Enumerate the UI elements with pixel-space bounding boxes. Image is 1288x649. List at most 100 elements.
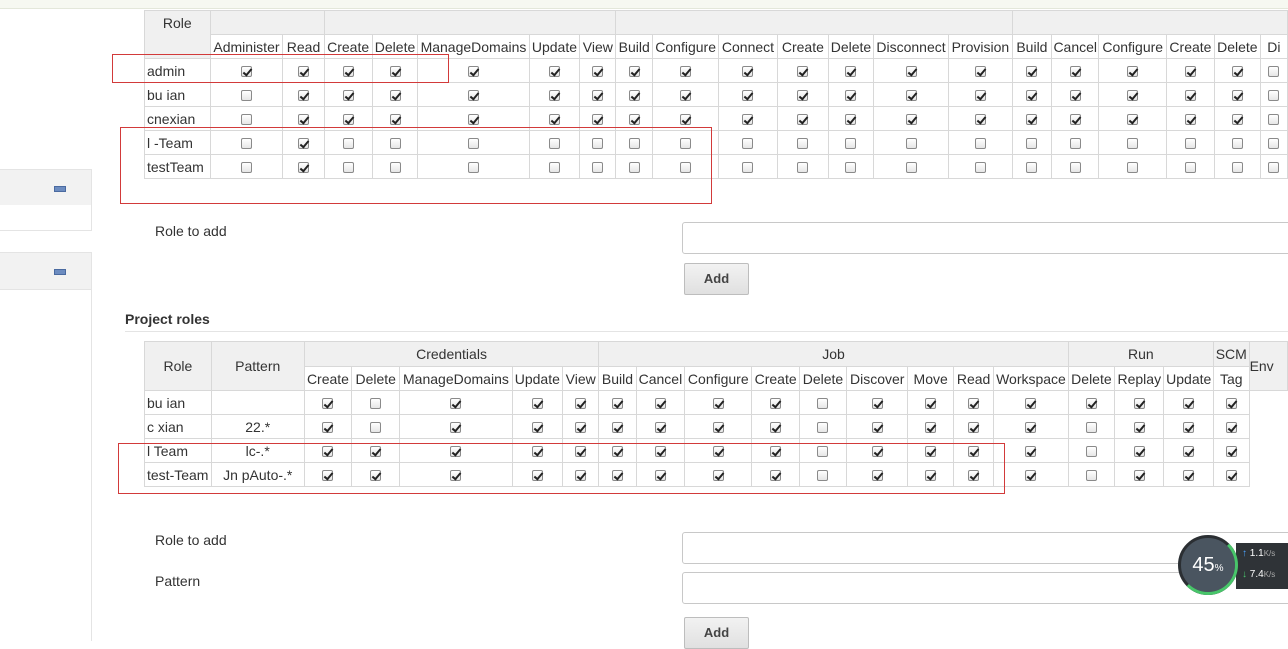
permission-checkbox[interactable] (240, 114, 252, 126)
permission-checkbox[interactable] (450, 398, 462, 410)
permission-checkbox[interactable] (628, 66, 640, 78)
permission-checkbox[interactable] (1268, 114, 1280, 126)
permission-checkbox[interactable] (797, 162, 809, 174)
permission-checkbox[interactable] (1133, 422, 1145, 434)
permission-checkbox[interactable] (968, 398, 980, 410)
permission-checkbox[interactable] (1069, 114, 1081, 126)
permission-checkbox[interactable] (1268, 66, 1280, 78)
permission-checkbox[interactable] (298, 114, 309, 126)
permission-checkbox[interactable] (1026, 90, 1038, 102)
permission-checkbox[interactable] (1183, 422, 1195, 434)
permission-checkbox[interactable] (1069, 138, 1081, 150)
permission-checkbox[interactable] (531, 422, 543, 434)
permission-checkbox[interactable] (974, 66, 986, 78)
permission-checkbox[interactable] (974, 114, 986, 126)
permission-checkbox[interactable] (342, 114, 354, 126)
permission-checkbox[interactable] (1225, 446, 1237, 458)
permission-checkbox[interactable] (1184, 114, 1196, 126)
permission-checkbox[interactable] (1268, 162, 1280, 174)
permission-checkbox[interactable] (1268, 138, 1280, 150)
permission-checkbox[interactable] (770, 398, 782, 410)
permission-checkbox[interactable] (1085, 422, 1097, 434)
permission-checkbox[interactable] (1025, 470, 1037, 482)
permission-checkbox[interactable] (322, 398, 334, 410)
permission-checkbox[interactable] (467, 66, 479, 78)
permission-checkbox[interactable] (1133, 446, 1145, 458)
permission-checkbox[interactable] (575, 422, 587, 434)
permission-checkbox[interactable] (1127, 114, 1139, 126)
permission-checkbox[interactable] (548, 66, 560, 78)
add-global-role-button[interactable]: Add (684, 263, 749, 295)
permission-checkbox[interactable] (1127, 162, 1139, 174)
permission-checkbox[interactable] (1026, 114, 1038, 126)
permission-checkbox[interactable] (680, 66, 692, 78)
permission-checkbox[interactable] (1026, 66, 1038, 78)
permission-checkbox[interactable] (797, 138, 809, 150)
permission-checkbox[interactable] (680, 90, 692, 102)
permission-checkbox[interactable] (1085, 470, 1097, 482)
permission-checkbox[interactable] (1127, 138, 1139, 150)
side-panel-header-2[interactable] (0, 252, 92, 290)
permission-checkbox[interactable] (1184, 66, 1196, 78)
permission-checkbox[interactable] (1069, 90, 1081, 102)
permission-checkbox[interactable] (1268, 90, 1280, 102)
permission-checkbox[interactable] (968, 422, 980, 434)
permission-checkbox[interactable] (742, 90, 754, 102)
permission-checkbox[interactable] (817, 398, 829, 410)
permission-checkbox[interactable] (1069, 162, 1081, 174)
permission-checkbox[interactable] (1225, 398, 1237, 410)
permission-checkbox[interactable] (712, 398, 724, 410)
permission-checkbox[interactable] (592, 114, 604, 126)
network-speed-widget[interactable]: ↑ 1.1K/s ↓ 7.4K/s 45% (1178, 533, 1288, 597)
permission-checkbox[interactable] (1026, 162, 1038, 174)
permission-checkbox[interactable] (680, 114, 692, 126)
permission-checkbox[interactable] (742, 114, 754, 126)
permission-checkbox[interactable] (845, 66, 857, 78)
permission-checkbox[interactable] (592, 90, 604, 102)
permission-checkbox[interactable] (1231, 162, 1243, 174)
permission-checkbox[interactable] (845, 138, 857, 150)
permission-checkbox[interactable] (1127, 90, 1139, 102)
permission-checkbox[interactable] (871, 422, 883, 434)
permission-checkbox[interactable] (974, 162, 986, 174)
permission-checkbox[interactable] (1225, 422, 1237, 434)
permission-checkbox[interactable] (742, 162, 754, 174)
permission-checkbox[interactable] (1127, 66, 1139, 78)
permission-checkbox[interactable] (611, 398, 623, 410)
permission-checkbox[interactable] (845, 114, 857, 126)
permission-checkbox[interactable] (905, 162, 917, 174)
permission-checkbox[interactable] (467, 114, 479, 126)
permission-checkbox[interactable] (1133, 470, 1145, 482)
permission-checkbox[interactable] (905, 138, 917, 150)
permission-checkbox[interactable] (628, 90, 640, 102)
side-panel-header-1[interactable] (0, 169, 92, 207)
permission-checkbox[interactable] (389, 90, 401, 102)
permission-checkbox[interactable] (370, 398, 382, 410)
permission-checkbox[interactable] (592, 66, 604, 78)
add-project-role-button[interactable]: Add (684, 617, 749, 649)
permission-checkbox[interactable] (1183, 470, 1195, 482)
permission-checkbox[interactable] (712, 422, 724, 434)
permission-checkbox[interactable] (322, 422, 334, 434)
permission-checkbox[interactable] (1025, 446, 1037, 458)
permission-checkbox[interactable] (1085, 446, 1097, 458)
permission-checkbox[interactable] (1183, 446, 1195, 458)
permission-checkbox[interactable] (905, 66, 917, 78)
permission-checkbox[interactable] (845, 162, 857, 174)
permission-checkbox[interactable] (654, 398, 666, 410)
permission-checkbox[interactable] (1183, 398, 1195, 410)
permission-checkbox[interactable] (1026, 138, 1038, 150)
permission-checkbox[interactable] (905, 90, 917, 102)
permission-checkbox[interactable] (389, 114, 401, 126)
permission-checkbox[interactable] (1184, 90, 1196, 102)
permission-checkbox[interactable] (1184, 138, 1196, 150)
permission-checkbox[interactable] (1184, 162, 1196, 174)
permission-checkbox[interactable] (531, 398, 543, 410)
permission-checkbox[interactable] (1231, 138, 1243, 150)
permission-checkbox[interactable] (1069, 66, 1081, 78)
permission-checkbox[interactable] (575, 398, 587, 410)
permission-checkbox[interactable] (797, 90, 809, 102)
collapse-icon[interactable] (54, 186, 66, 192)
permission-checkbox[interactable] (548, 114, 560, 126)
permission-checkbox[interactable] (905, 114, 917, 126)
